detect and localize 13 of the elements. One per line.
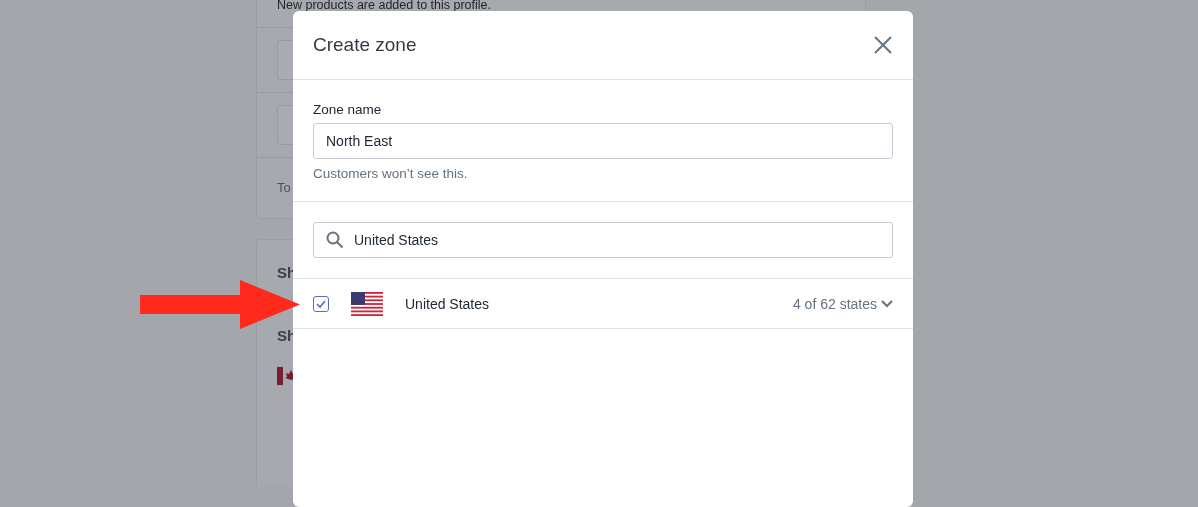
note-text: To [277,180,291,195]
checkbox[interactable] [313,295,329,312]
zone-name-field[interactable]: North East [313,123,893,159]
close-icon[interactable] [873,35,893,55]
intro-text: New products are added to this profile. [277,0,491,12]
modal-title: Create zone [313,34,417,56]
country-name: United States [405,295,490,312]
chevron-down-icon [881,299,893,308]
us-flag-icon [351,291,383,316]
states-dropdown[interactable]: 4 of 62 states [792,295,893,312]
help-text: Customers won’t see this. [313,166,469,181]
search-field[interactable]: United States [313,222,893,258]
field-label: Zone name [313,102,383,117]
